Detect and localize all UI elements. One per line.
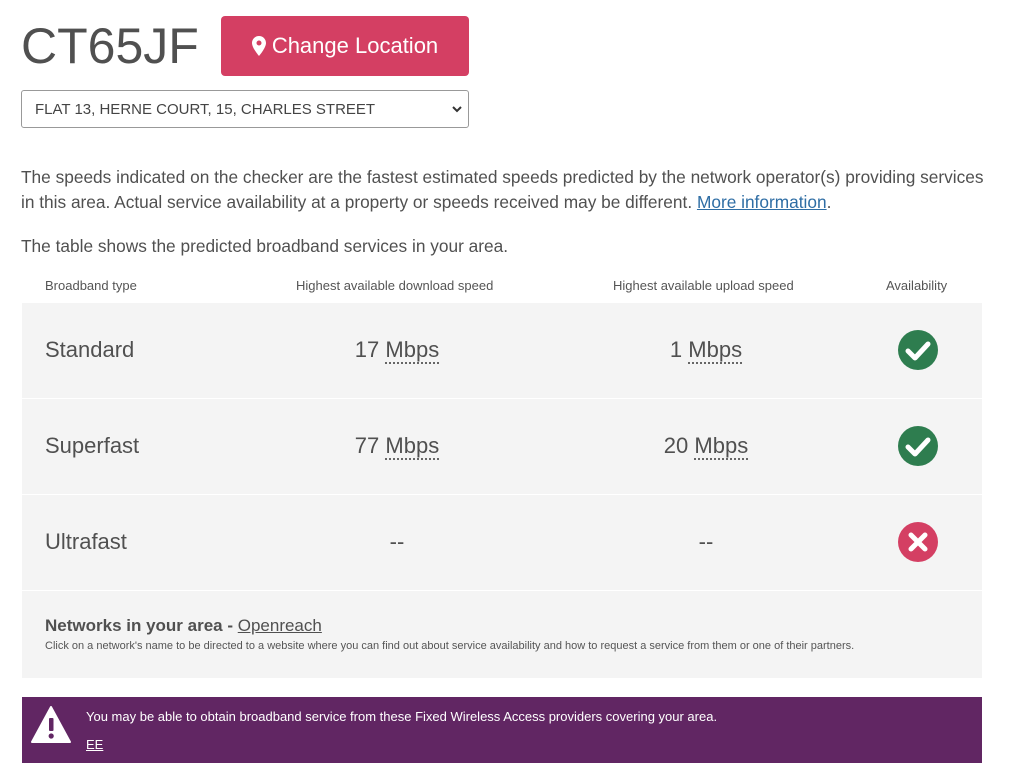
info-period: .	[826, 191, 832, 212]
table-row: Superfast 77 Mbps 20 Mbps	[22, 399, 982, 494]
row-download-speed: 77 Mbps	[287, 433, 507, 460]
upload-unit: Mbps	[694, 433, 749, 460]
cross-circle-icon	[898, 522, 938, 562]
upload-value: 20	[663, 433, 689, 458]
address-select[interactable]: FLAT 13, HERNE COURT, 15, CHARLES STREET	[21, 90, 469, 128]
networks-separator: -	[222, 616, 238, 635]
row-upload-speed: 20 Mbps	[596, 433, 816, 460]
upload-value: 1	[669, 337, 683, 362]
table-row: Standard 17 Mbps 1 Mbps	[22, 303, 982, 398]
chevron-down-icon	[452, 106, 462, 113]
check-circle-icon	[898, 426, 938, 466]
download-unit: Mbps	[385, 433, 440, 460]
header-availability: Availability	[886, 278, 948, 293]
map-pin-icon	[251, 36, 266, 56]
change-location-label: Change Location	[271, 33, 439, 58]
download-unit: Mbps	[385, 337, 440, 364]
table-header: Broadband type Highest available downloa…	[21, 277, 982, 297]
header-broadband-type: Broadband type	[45, 278, 137, 293]
download-value: 77	[354, 433, 380, 458]
header-upload-speed: Highest available upload speed	[613, 278, 794, 293]
info-paragraph: The speeds indicated on the checker are …	[21, 167, 984, 212]
row-broadband-type: Ultrafast	[45, 529, 127, 554]
row-broadband-type: Standard	[45, 337, 135, 362]
change-location-button[interactable]: Change Location	[221, 16, 469, 76]
fwa-notice: You may be able to obtain broadband serv…	[22, 697, 982, 763]
networks-panel: Networks in your area - Openreach Click …	[22, 591, 982, 678]
networks-title: Networks in your area - Openreach	[45, 616, 322, 636]
more-information-link[interactable]: More information	[697, 192, 827, 212]
row-upload-speed: 1 Mbps	[596, 337, 816, 364]
download-value: --	[389, 529, 405, 554]
check-circle-icon	[898, 330, 938, 370]
upload-value: --	[698, 529, 714, 554]
row-upload-speed: --	[596, 529, 816, 555]
header-download-speed: Highest available download speed	[296, 278, 494, 293]
warning-triangle-icon	[31, 706, 71, 743]
row-download-speed: --	[287, 529, 507, 555]
fwa-message: You may be able to obtain broadband serv…	[86, 709, 718, 724]
download-value: 17	[354, 337, 380, 362]
postcode-title: CT65JF	[21, 18, 199, 74]
table-intro: The table shows the predicted broadband …	[21, 236, 509, 256]
speed-info-text: The speeds indicated on the checker are …	[21, 165, 991, 214]
row-download-speed: 17 Mbps	[287, 337, 507, 364]
openreach-link[interactable]: Openreach	[238, 616, 322, 635]
address-selected-value: FLAT 13, HERNE COURT, 15, CHARLES STREET	[35, 100, 376, 118]
fwa-provider-link[interactable]: EE	[86, 737, 103, 752]
networks-note: Click on a network's name to be directed…	[45, 640, 855, 652]
row-broadband-type: Superfast	[45, 433, 140, 458]
upload-unit: Mbps	[688, 337, 743, 364]
table-row: Ultrafast -- --	[22, 495, 982, 590]
networks-title-text: Networks in your area	[45, 616, 223, 635]
